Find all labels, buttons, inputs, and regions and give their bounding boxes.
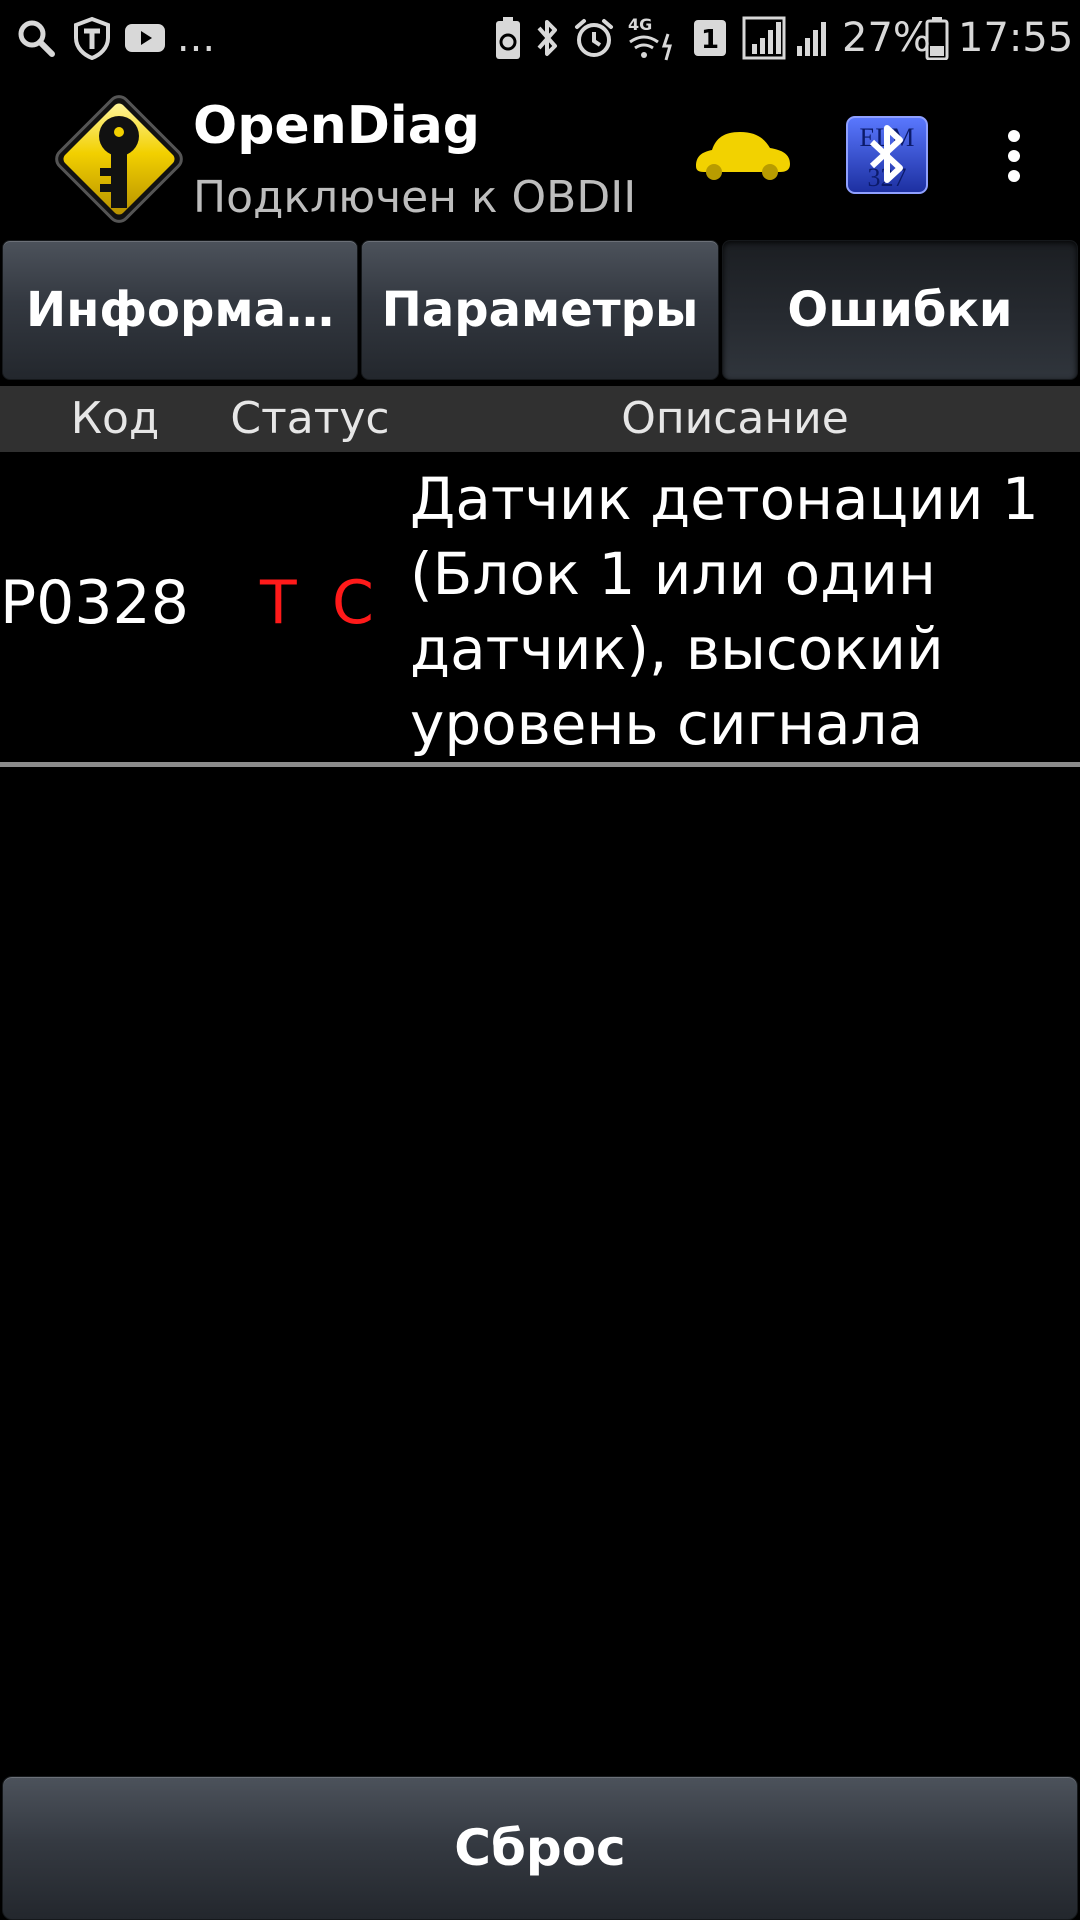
battery-icon bbox=[922, 12, 952, 64]
network-type-label: 4G bbox=[628, 15, 652, 34]
status-bar: ... 4G 1 27% 17:55 bbox=[0, 0, 1080, 76]
tab-errors-label: Ошибки bbox=[787, 282, 1013, 338]
search-notification-icon bbox=[12, 12, 60, 64]
clock-text: 17:55 bbox=[958, 15, 1074, 61]
app-toolbar: OpenDiag Подключен к OBDII ELM 327 bbox=[0, 76, 1080, 236]
clock: 17:55 bbox=[958, 12, 1074, 64]
errors-table-header: Код Статус Описание bbox=[0, 386, 1080, 452]
tab-errors[interactable]: Ошибки bbox=[722, 240, 1078, 380]
row-divider bbox=[0, 762, 1080, 767]
tab-parameters[interactable]: Параметры bbox=[361, 240, 719, 380]
alarm-clock-icon bbox=[572, 12, 616, 64]
column-header-description: Описание bbox=[621, 393, 849, 444]
car-icon[interactable] bbox=[690, 126, 794, 180]
app-logo-key-icon bbox=[44, 84, 194, 234]
tab-information[interactable]: Информа… bbox=[2, 240, 358, 380]
status-flag-t: T bbox=[260, 568, 297, 638]
reset-errors-button[interactable]: Сброс bbox=[2, 1776, 1078, 1920]
bluetooth-status-icon bbox=[532, 12, 564, 64]
column-header-code: Код bbox=[70, 393, 160, 444]
overflow-menu-icon[interactable] bbox=[992, 126, 1036, 186]
mobile-data-4g-icon: 4G bbox=[624, 12, 680, 64]
error-description: Датчик детонации 1 (Блок 1 или один датч… bbox=[410, 465, 1039, 758]
column-header-status: Статус bbox=[230, 393, 390, 444]
sim-slot-number: 1 bbox=[701, 25, 719, 55]
tab-bar: Информа… Параметры Ошибки bbox=[0, 240, 1080, 384]
app-title: OpenDiag bbox=[193, 96, 481, 156]
connection-status: Подключен к OBDII bbox=[193, 172, 637, 223]
tab-information-label: Информа… bbox=[26, 282, 334, 338]
sim-slot-icon: 1 bbox=[692, 12, 728, 64]
battery-saver-icon bbox=[492, 12, 524, 64]
youtube-notification-icon bbox=[122, 12, 168, 64]
status-flag-c: C bbox=[332, 568, 374, 638]
bluetooth-adapter-elm327-icon[interactable]: ELM 327 bbox=[846, 116, 928, 194]
shield-notification-icon bbox=[68, 12, 116, 64]
more-notifications-indicator: ... bbox=[176, 12, 216, 64]
reset-button-label: Сброс bbox=[454, 1819, 626, 1877]
error-code: P0328 bbox=[0, 568, 189, 638]
signal-strength-icon-2 bbox=[794, 12, 832, 64]
signal-strength-icon-1 bbox=[740, 12, 788, 64]
tab-parameters-label: Параметры bbox=[381, 282, 699, 338]
battery-percent-text: 27% bbox=[842, 15, 931, 61]
battery-percent: 27% bbox=[842, 12, 931, 64]
table-row[interactable]: P0328 T C Датчик детонации 1 (Блок 1 или… bbox=[0, 452, 1080, 766]
more-notifications-text: ... bbox=[176, 15, 216, 61]
